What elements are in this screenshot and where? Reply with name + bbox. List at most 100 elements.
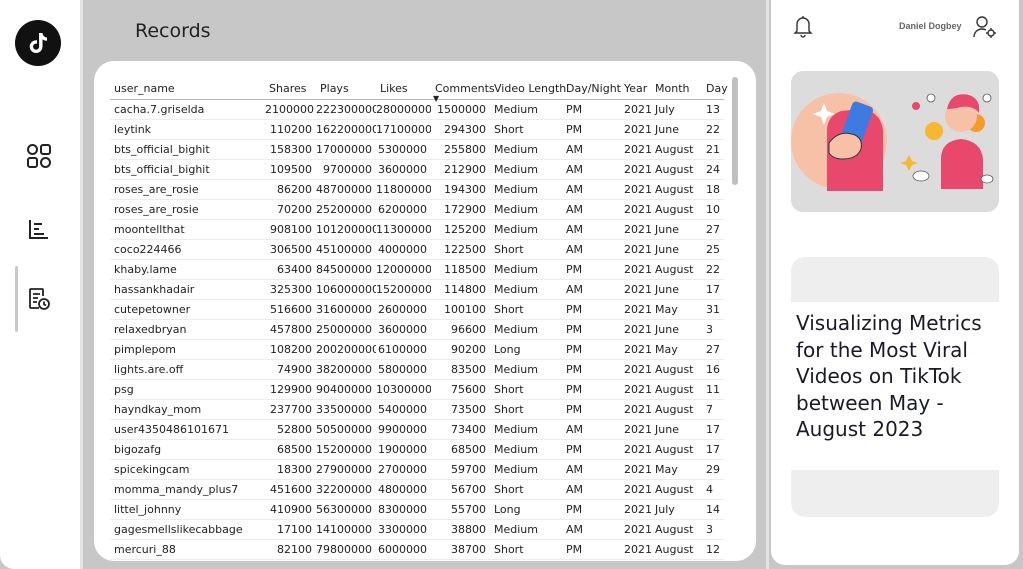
table-cell: May — [655, 343, 678, 356]
table-cell: 7 — [706, 403, 713, 416]
table-row[interactable]: khaby.lame 63400 84500000 12000000 118500 Med… — [110, 260, 724, 280]
table-cell: Medium — [494, 283, 538, 296]
sidebar-item-records[interactable] — [22, 282, 56, 316]
table-row[interactable]: bts_official_bighit 158300 17000000 5300000… — [110, 140, 724, 160]
table-cell: 29 — [706, 463, 720, 476]
table-cell: 122500 — [444, 243, 486, 256]
table-cell: 3600000 — [378, 323, 427, 336]
table-row[interactable]: cutepetowner 516600 31600000 2600000 100100 S… — [110, 300, 724, 320]
table-cell: Medium — [494, 523, 538, 536]
table-cell: 3 — [706, 323, 713, 336]
table-cell: 56700 — [451, 483, 486, 496]
table-cell: 70200 — [277, 203, 312, 216]
table-cell: Medium — [494, 203, 538, 216]
user-settings-icon[interactable] — [972, 14, 998, 45]
table-row[interactable]: hassankhadair 325300 106000000 15200000 1148… — [110, 280, 724, 300]
table-cell: 194300 — [444, 183, 486, 196]
table-cell: Long — [494, 343, 521, 356]
table-row[interactable]: leytink 110200 162200000 17100000 294300 Shor… — [110, 120, 724, 140]
table-cell: 158300 — [270, 143, 312, 156]
table-cell: 10 — [706, 203, 720, 216]
table-row[interactable]: lights.are.off 74900 38200000 5800000 83500 M… — [110, 360, 724, 380]
table-cell: 110200 — [270, 123, 312, 136]
table-cell: 17000000 — [316, 143, 372, 156]
table-cell: 1900000 — [378, 443, 427, 456]
table-cell: June — [655, 223, 679, 236]
table-row[interactable]: mercuri_88 82100 79800000 6000000 38700 Short… — [110, 540, 724, 560]
table-row[interactable]: cacha.7.griselda 2100000 222300000 28000000… — [110, 100, 724, 120]
table-cell: 255800 — [444, 143, 486, 156]
table-cell: July — [655, 103, 675, 116]
table-cell: 83500 — [451, 363, 486, 376]
table-cell: August — [655, 203, 694, 216]
table-cell: 11300000 — [376, 223, 431, 236]
table-row[interactable]: roses_are_rosie 70200 25200000 6200000 17290… — [110, 200, 724, 220]
table-cell: 27 — [706, 223, 720, 236]
table-cell: spicekingcam — [114, 463, 190, 476]
table-cell: PM — [566, 383, 583, 396]
table-cell: 2021 — [624, 483, 651, 496]
column-header[interactable]: Plays — [316, 77, 376, 100]
table-cell: 27900000 — [316, 463, 372, 476]
sidebar — [0, 0, 80, 569]
table-cell: 2021 — [624, 423, 651, 436]
table-cell: user4350486101671 — [114, 423, 229, 436]
sidebar-item-charts[interactable] — [22, 212, 56, 246]
column-header[interactable]: Comments ▼ — [431, 77, 495, 104]
column-header[interactable]: Day/Night — [562, 77, 621, 100]
table-cell: 38200000 — [316, 363, 372, 376]
table-cell: 17100 — [277, 523, 312, 536]
table-row[interactable]: user4350486101671 52800 50500000 9900000 734… — [110, 420, 724, 440]
table-row[interactable]: psg 129900 90400000 10300000 75600 Short PM 202… — [110, 380, 724, 400]
column-header[interactable]: Year — [620, 77, 651, 100]
table-cell: 24 — [706, 163, 720, 176]
table-cell: gagesmellslikecabbage — [114, 523, 243, 536]
table-cell: August — [655, 403, 694, 416]
table-cell: 6100000 — [378, 343, 427, 356]
table-row[interactable]: relaxedbryan 457800 25000000 3600000 96600 Me… — [110, 320, 724, 340]
table-cell: 17 — [706, 423, 720, 436]
table-row[interactable]: bigozafg 68500 15200000 1900000 68500 Medium P… — [110, 440, 724, 460]
table-cell: 68500 — [451, 443, 486, 456]
table-cell: PM — [566, 323, 583, 336]
table-row[interactable]: coco224466 306500 45100000 4000000 122500 Sho… — [110, 240, 724, 260]
column-header[interactable]: Month — [651, 77, 702, 100]
records-table: user_name Shares Plays Likes Comments ▼ Video … — [110, 77, 728, 560]
table-row[interactable]: pimplepom 108200 200200000 6100000 90200 Long… — [110, 340, 724, 360]
table-cell: July — [655, 503, 675, 516]
column-header[interactable]: user_name — [110, 77, 265, 100]
table-row[interactable]: moontellthat 908100 101200000 11300000 12520… — [110, 220, 724, 240]
table-cell: 25200000 — [316, 203, 372, 216]
column-header[interactable]: Likes — [376, 77, 431, 100]
tiktok-logo-icon[interactable] — [15, 20, 61, 66]
table-cell: 31 — [706, 303, 720, 316]
table-cell: coco224466 — [114, 243, 182, 256]
sidebar-item-dashboard[interactable] — [22, 139, 56, 173]
table-cell: Medium — [494, 323, 538, 336]
table-row[interactable]: roses_are_rosie 86200 48700000 11800000 1943… — [110, 180, 724, 200]
table-cell: 118500 — [444, 263, 486, 276]
bell-icon[interactable] — [792, 14, 814, 43]
table-row[interactable]: littel_johnny 410900 56300000 8300000 55700 L… — [110, 500, 724, 520]
table-scrollbar[interactable] — [732, 77, 738, 185]
sort-desc-icon[interactable]: ▼ — [433, 94, 439, 103]
table-row[interactable]: bts_official_bighit 109500 9700000 3600000 2… — [110, 160, 724, 180]
page-title: Records — [135, 20, 211, 42]
table-cell: 18300 — [277, 463, 312, 476]
table-cell: 2021 — [624, 103, 651, 116]
table-row[interactable]: gagesmellslikecabbage 17100 14100000 330000… — [110, 520, 724, 540]
table-cell: AM — [566, 423, 584, 436]
table-row[interactable]: hayndkay_mom 237700 33500000 5400000 73500 Sh… — [110, 400, 724, 420]
table-cell: 162200000 — [316, 123, 376, 136]
column-header[interactable]: Video Length — [490, 77, 566, 100]
table-row[interactable]: spicekingcam 18300 27900000 2700000 59700 Med… — [110, 460, 724, 480]
column-header[interactable]: Day — [702, 77, 728, 100]
column-header[interactable]: Shares — [265, 77, 316, 100]
table-cell: 68500 — [277, 443, 312, 456]
table-cell: 2021 — [624, 223, 651, 236]
divider — [80, 0, 83, 569]
table-cell: 2021 — [624, 203, 651, 216]
table-cell: 172900 — [444, 203, 486, 216]
table-cell: 2021 — [624, 343, 651, 356]
table-row[interactable]: momma_mandy_plus7 451600 32200000 4800000 56… — [110, 480, 724, 500]
